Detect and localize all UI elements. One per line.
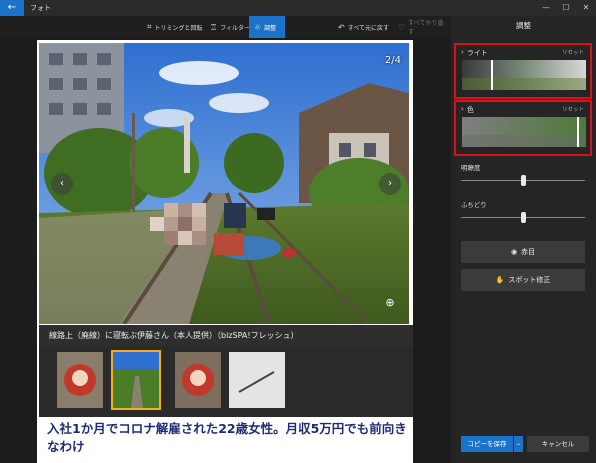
light-header[interactable]: › ライト [461,48,488,58]
thumbnail-image [57,352,103,408]
crop-label: トリミングと回転 [154,24,203,32]
railway-photo-illustration [39,43,409,324]
back-arrow-icon: ← [7,2,17,13]
light-reset-button[interactable]: リセット [562,48,584,56]
redo-all-button[interactable]: ♡ すべてやり直す [393,16,450,38]
panel-title: 調整 [516,21,531,30]
chevron-right-icon: › [388,178,392,189]
zoom-in-icon[interactable]: ⊕ [383,296,397,310]
color-section[interactable]: › 色 リセット [454,100,592,156]
color-slider-handle[interactable] [577,117,579,147]
adjust-panel: 調整 › ライト リセット › 色 リセット 明瞭度 ふちどり ◉ 赤目 ✋ ス… [451,16,596,463]
thumbnail-1[interactable] [57,352,103,408]
undo-icon: ↶ [338,22,345,32]
prev-image-button[interactable]: ‹ [51,173,73,195]
thumbnail-image [113,352,159,408]
vignette-label: ふちどり [461,201,487,209]
next-image-button[interactable]: › [379,173,401,195]
caption-bar: 線路上（廃線）に寝転ぶ伊藤さん（本人提供）（bizSPA!フレッシュ） [39,325,413,347]
light-slider-handle[interactable] [491,60,493,90]
adjust-tab[interactable]: ☼ 調整 [249,16,285,38]
filter-button[interactable]: ♖ フィルター [205,16,255,38]
vignette-slider[interactable] [461,212,585,223]
clarity-label: 明瞭度 [461,164,481,172]
hand-icon: ✋ [495,276,505,284]
redo-icon: ♡ [398,22,406,32]
thumbnail-2[interactable] [111,350,161,410]
thumbnail-image [175,352,221,408]
cancel-button[interactable]: キャンセル [527,436,589,452]
red-eye-label: 赤目 [521,248,536,256]
thumbnail-3[interactable] [175,352,221,408]
save-copy-button[interactable]: コピーを保存 [461,436,513,452]
color-strip-image [462,117,586,147]
edit-toolbar: ⌗ トリミングと回転 ♖ フィルター ☼ 調整 ↶ すべて元に戻す ♡ すべてや… [0,16,450,38]
article-headline: 入社1か月でコロナ解雇された22歳女性。月収5万円でも前向きなわけ [47,421,407,454]
spot-fix-label: スポット修正 [508,276,551,284]
red-eye-button[interactable]: ◉ 赤目 [461,241,585,263]
light-section[interactable]: › ライト リセット [454,43,592,99]
color-label: 色 [466,106,474,114]
spot-fix-button[interactable]: ✋ スポット修正 [461,269,585,291]
chevron-down-icon: ⌄ [515,440,522,447]
undo-all-button[interactable]: ↶ すべて元に戻す [333,16,394,38]
light-strip-image [462,60,586,90]
filter-icon: ♖ [210,22,218,32]
eye-icon: ◉ [510,248,518,256]
chevron-right-icon: › [461,48,464,56]
clarity-slider-thumb[interactable] [521,175,526,186]
thumbnail-image [229,352,285,408]
article-photo: 2/4 ‹ › ⊕ [39,43,409,324]
photo-caption: 線路上（廃線）に寝転ぶ伊藤さん（本人提供）（bizSPA!フレッシュ） [49,331,299,340]
redo-all-label: すべてやり直す [408,20,444,36]
crop-icon: ⌗ [147,22,152,31]
crop-rotate-button[interactable]: ⌗ トリミングと回転 [142,16,208,38]
undo-all-label: すべて元に戻す [347,24,390,32]
color-preview-strip[interactable] [462,117,586,147]
close-button[interactable]: ✕ [576,0,596,16]
color-header[interactable]: › 色 [461,105,474,115]
back-button[interactable]: ← [0,0,24,16]
app-title: フォト [30,4,51,12]
image-canvas: 2/4 ‹ › ⊕ 線路上（廃線）に寝転ぶ伊藤さん（本人提供）（bizSPA!フ… [0,38,450,463]
thumbnail-4[interactable] [229,352,285,408]
filter-label: フィルター [220,24,251,32]
adjust-icon: ☼ [254,22,262,32]
save-options-dropdown[interactable]: ⌄ [514,436,523,452]
color-reset-button[interactable]: リセット [562,105,584,113]
maximize-button[interactable]: ☐ [556,0,576,16]
title-bar: ← フォト — ☐ ✕ [0,0,596,16]
image-counter: 2/4 [384,55,401,66]
vignette-slider-thumb[interactable] [521,212,526,223]
chevron-left-icon: ‹ [60,178,64,189]
article-screenshot: 2/4 ‹ › ⊕ 線路上（廃線）に寝転ぶ伊藤さん（本人提供）（bizSPA!フ… [37,40,413,463]
adjust-label: 調整 [264,24,277,32]
window-controls: — ☐ ✕ [536,0,596,16]
light-preview-strip[interactable] [462,60,586,90]
photos-app-window: ← フォト — ☐ ✕ ⌗ トリミングと回転 ♖ フィルター ☼ 調整 ↶ すべ… [0,0,596,463]
clarity-slider[interactable] [461,175,585,186]
light-label: ライト [466,49,488,57]
chevron-right-icon: › [461,105,464,113]
minimize-button[interactable]: — [536,0,556,16]
thumbnail-strip [39,347,413,417]
